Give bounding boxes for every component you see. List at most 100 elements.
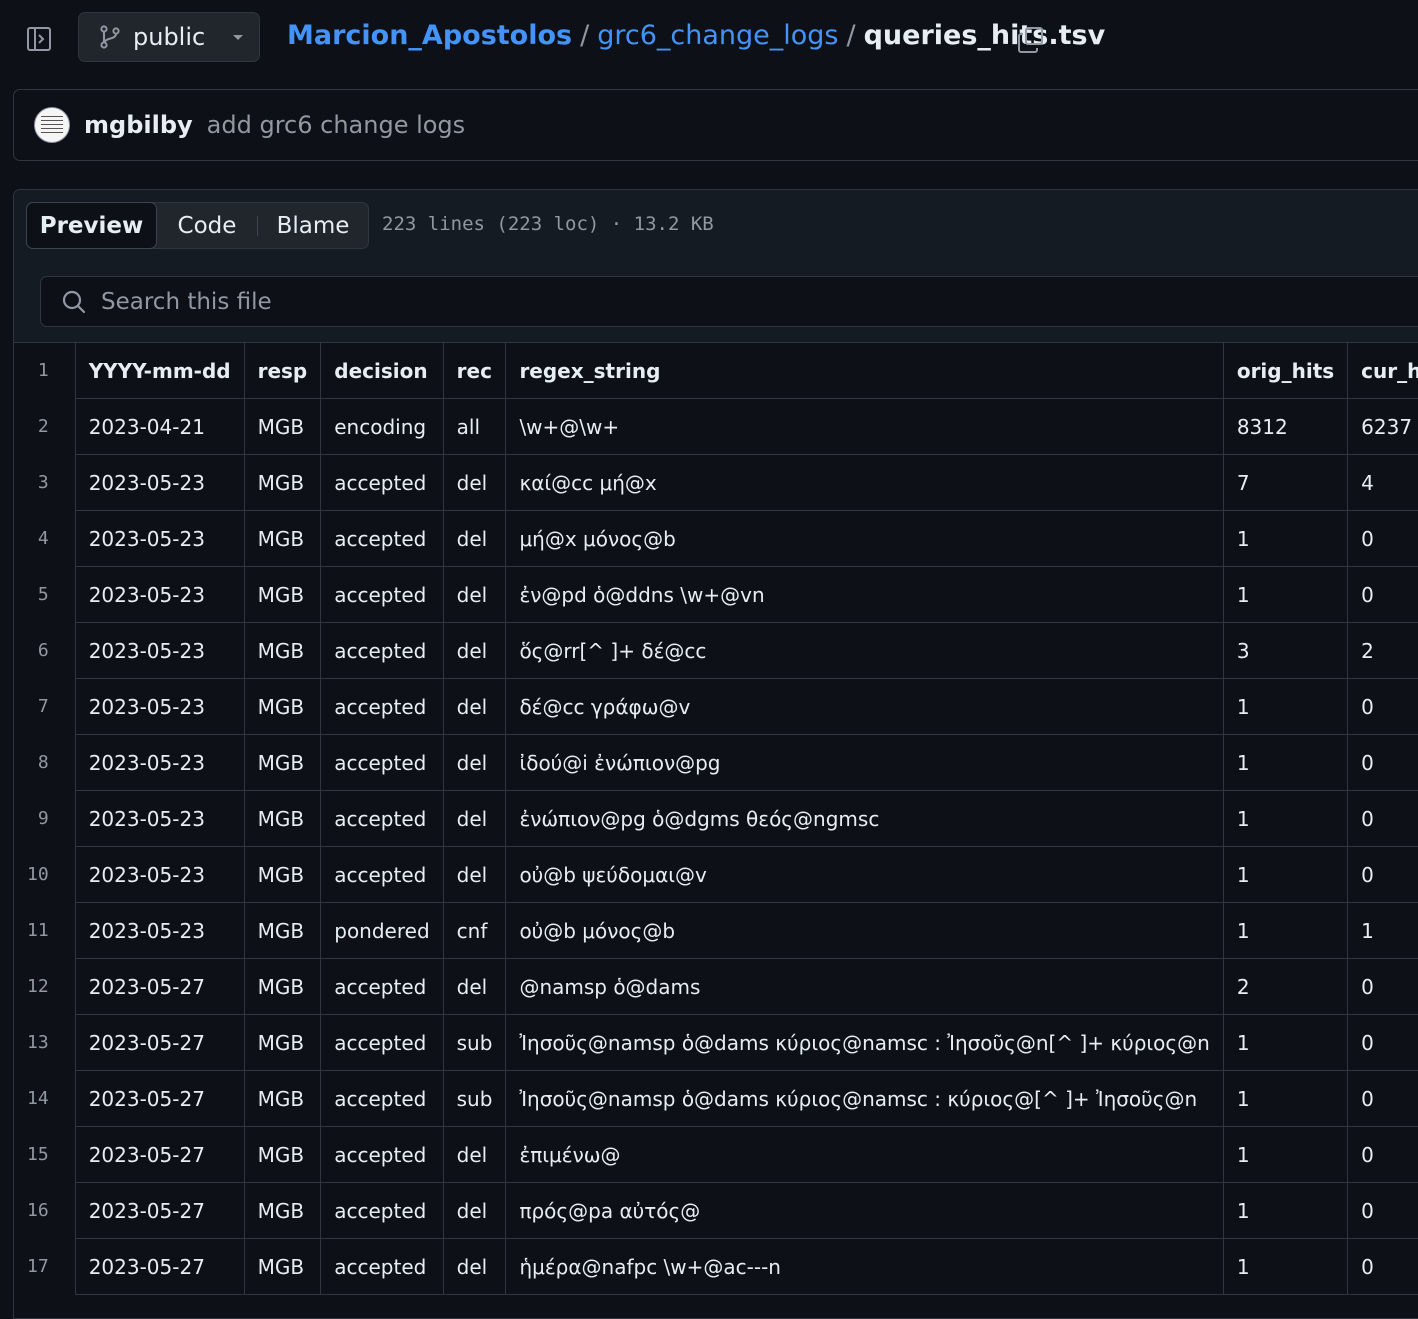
breadcrumb-file-name: queries_hits.tsv: [863, 20, 1106, 51]
table-cell: 1: [1222, 734, 1349, 791]
search-bar: [14, 262, 1418, 343]
table-row: 4 2023-05-23 MGB accepted del μή@x μόνος@b 1 0: [14, 510, 1418, 567]
table-row: 17 2023-05-27 MGB accepted del ἡμέρα@nafpc \w…: [14, 1238, 1418, 1295]
search-box[interactable]: [40, 276, 1418, 327]
line-number[interactable]: 15: [14, 1127, 75, 1183]
line-number[interactable]: 16: [14, 1183, 75, 1239]
table-cell: 2023-05-27: [74, 958, 245, 1015]
table-cell: 0: [1347, 846, 1418, 903]
breadcrumb: Marcion_Apostolos / grc6_change_logs / q…: [287, 20, 1105, 51]
table-cell: MGB: [243, 1126, 322, 1183]
line-number[interactable]: 8: [14, 735, 75, 791]
avatar[interactable]: [34, 107, 70, 143]
line-number[interactable]: 17: [14, 1239, 75, 1295]
table-cell: 0: [1347, 510, 1418, 567]
tab-blame[interactable]: Blame: [258, 203, 368, 248]
table-cell: accepted: [320, 1238, 444, 1295]
table-cell: MGB: [243, 1070, 322, 1127]
table-row: 8 2023-05-23 MGB accepted del ἰδού@i ἐνώπιον@…: [14, 734, 1418, 791]
line-number[interactable]: 11: [14, 903, 75, 959]
table-cell: 2023-05-23: [74, 734, 245, 791]
table-row: 14 2023-05-27 MGB accepted sub Ἰησοῦς@namsp ὁ…: [14, 1070, 1418, 1127]
line-number[interactable]: 6: [14, 623, 75, 679]
table-cell: MGB: [243, 566, 322, 623]
table-cell: del: [442, 454, 507, 511]
table-row: 13 2023-05-27 MGB accepted sub Ἰησοῦς@namsp ὁ…: [14, 1014, 1418, 1071]
table-cell: 0: [1347, 790, 1418, 847]
top-bar: public Marcion_Apostolos / grc6_change_l…: [0, 0, 1418, 80]
column-header: regex_string: [505, 342, 1224, 399]
table-row: 16 2023-05-27 MGB accepted del πρός@pa αὐτός@…: [14, 1182, 1418, 1239]
table-cell: Ἰησοῦς@namsp ὁ@dams κύριος@namsc : Ἰησοῦ…: [505, 1014, 1224, 1071]
table-cell: accepted: [320, 510, 444, 567]
line-number[interactable]: 7: [14, 679, 75, 735]
line-number[interactable]: 2: [14, 399, 75, 455]
table-cell: del: [442, 678, 507, 735]
line-number[interactable]: 1: [14, 343, 75, 399]
line-number[interactable]: 3: [14, 455, 75, 511]
line-number[interactable]: 14: [14, 1071, 75, 1127]
table-cell: 0: [1347, 566, 1418, 623]
table-cell: 0: [1347, 1070, 1418, 1127]
table-cell: 2023-05-23: [74, 902, 245, 959]
tab-preview[interactable]: Preview: [26, 202, 157, 249]
column-header: YYYY-mm-dd: [74, 342, 245, 399]
table-cell: 6237: [1347, 398, 1418, 455]
table-cell: 0: [1347, 958, 1418, 1015]
table-cell: pondered: [320, 902, 444, 959]
table-cell: accepted: [320, 958, 444, 1015]
copy-icon: [1018, 27, 1043, 53]
table-cell: 1: [1222, 790, 1349, 847]
table-cell: MGB: [243, 846, 322, 903]
table-cell: 0: [1347, 1238, 1418, 1295]
table-cell: accepted: [320, 1182, 444, 1239]
search-icon: [62, 290, 86, 313]
table-cell: MGB: [243, 1014, 322, 1071]
table-cell: cnf: [442, 902, 507, 959]
commit-author-link[interactable]: mgbilby: [84, 111, 193, 139]
table-cell: del: [442, 734, 507, 791]
copy-path-button[interactable]: [1016, 25, 1046, 55]
table-cell: 0: [1347, 1014, 1418, 1071]
line-number[interactable]: 5: [14, 567, 75, 623]
caret-down-icon: [233, 35, 244, 40]
table-cell: 1: [1222, 1126, 1349, 1183]
table-cell: MGB: [243, 510, 322, 567]
file-header: Preview Code Blame 223 lines (223 loc) ·…: [14, 190, 1418, 263]
breadcrumb-owner-link[interactable]: Marcion_Apostolos: [287, 20, 572, 51]
line-number[interactable]: 10: [14, 847, 75, 903]
table-cell: 2023-05-27: [74, 1238, 245, 1295]
search-input[interactable]: [99, 287, 703, 316]
table-cell: accepted: [320, 734, 444, 791]
table-cell: οὐ@b ψεύδομαι@v: [505, 846, 1224, 903]
line-number[interactable]: 13: [14, 1015, 75, 1071]
expand-file-tree-button[interactable]: [24, 24, 54, 54]
table-cell: @namsp ὁ@dams: [505, 958, 1224, 1015]
table-row: 7 2023-05-23 MGB accepted del δέ@cc γράφω@v 1 0: [14, 678, 1418, 735]
table-cell: del: [442, 1126, 507, 1183]
table-cell: accepted: [320, 1126, 444, 1183]
table-cell: accepted: [320, 1014, 444, 1071]
table-cell: accepted: [320, 1070, 444, 1127]
column-header: decision: [320, 342, 444, 399]
line-number[interactable]: 4: [14, 511, 75, 567]
table-cell: δέ@cc γράφω@v: [505, 678, 1224, 735]
branch-selector-button[interactable]: public: [78, 12, 260, 62]
line-number[interactable]: 9: [14, 791, 75, 847]
commit-message-link[interactable]: add grc6 change logs: [207, 111, 466, 139]
table-cell: accepted: [320, 566, 444, 623]
table-cell: ἡμέρα@nafpc \w+@ac---n: [505, 1238, 1224, 1295]
table-cell: 7: [1222, 454, 1349, 511]
line-number[interactable]: 12: [14, 959, 75, 1015]
table-cell: del: [442, 510, 507, 567]
table-cell: MGB: [243, 622, 322, 679]
table-cell: 1: [1222, 510, 1349, 567]
tab-code[interactable]: Code: [157, 203, 257, 248]
table-cell: καί@cc μή@x: [505, 454, 1224, 511]
table-row: 15 2023-05-27 MGB accepted del ἐπιμένω@ 1 0: [14, 1126, 1418, 1183]
table-cell: 2023-05-27: [74, 1126, 245, 1183]
breadcrumb-separator: /: [846, 20, 856, 51]
breadcrumb-repo-link[interactable]: grc6_change_logs: [597, 20, 838, 51]
sidebar-expand-icon: [27, 27, 51, 51]
table-cell: 1: [1347, 902, 1418, 959]
